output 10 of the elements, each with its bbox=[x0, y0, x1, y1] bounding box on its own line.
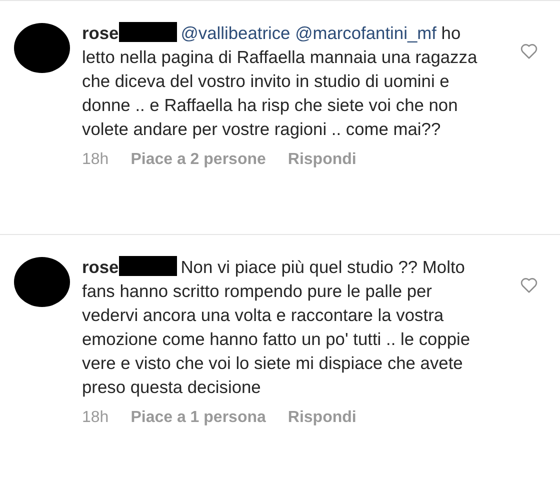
username-link[interactable]: rose bbox=[82, 257, 119, 277]
mention-link[interactable]: @vallibeatrice bbox=[180, 23, 290, 43]
username-link[interactable]: rose bbox=[82, 23, 119, 43]
comment-text: rose Non vi piace più quel studio ?? Molto fans hanno scritto rompendo pure le palle per vedervi ancora una volta e raccontare la vostra emozione come hanno fatto un po' tutti .. le coppie vere e visto che voi lo siete mi dispiace che avete preso questa decisione bbox=[82, 255, 472, 399]
timestamp: 18h bbox=[82, 409, 109, 427]
timestamp: 18h bbox=[82, 151, 109, 169]
heart-icon[interactable] bbox=[520, 43, 538, 59]
comment-text: rose @vallibeatrice @marcofantini_mf ho letto nella pagina di Raffaella mannaia una ragazza che diceva del vostro invito in studio di uomini e donne .. e Raffaella ha risp che siete voi che non volete andare per vostre ragioni .. come mai?? bbox=[82, 21, 478, 141]
mention-link[interactable]: @marcofantini_mf bbox=[295, 23, 436, 43]
heart-icon[interactable] bbox=[520, 277, 538, 293]
